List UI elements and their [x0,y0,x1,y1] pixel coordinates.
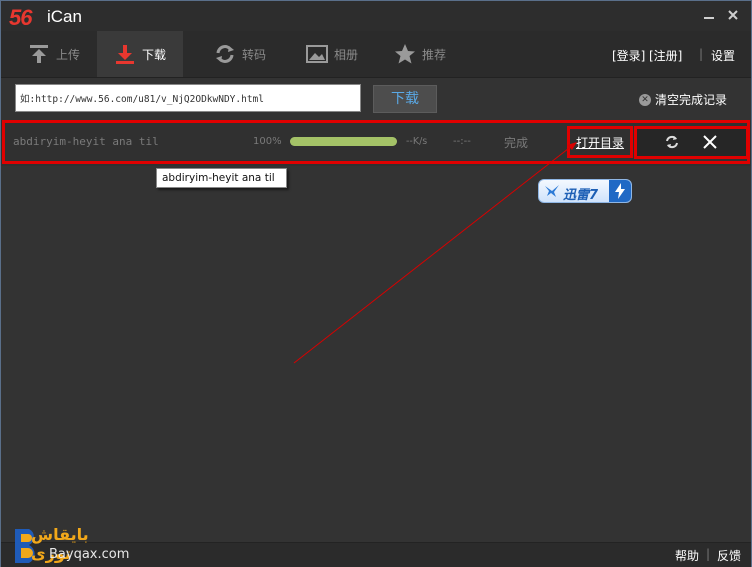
tab-convert[interactable]: 转码 [197,31,283,77]
xunlei-bolt-box [609,180,631,202]
minimize-icon[interactable] [701,7,717,23]
clear-completed-button[interactable]: ✕ 清空完成记录 [639,91,727,108]
tab-download-label: 下载 [141,47,166,62]
refresh-icon[interactable] [665,135,679,149]
login-link[interactable]: [登录] [612,47,645,64]
watermark-site: Bayqax.com [49,547,130,562]
main-toolbar: 上传 下载 转码 相册 推荐 [登录] [注册] | 设置 [1,31,751,78]
lightning-icon [615,183,625,199]
annotation-arrow [293,142,577,364]
account-separator: | [699,47,704,61]
tab-upload-label: 上传 [55,47,80,62]
tab-album[interactable]: 相册 [289,31,375,77]
app-title: iCan [47,7,82,26]
convert-icon [215,45,234,63]
clear-icon: ✕ [639,93,651,106]
app-window: 56 iCan 上传 下载 转码 相册 推荐 [登录] [注册] | 设置 如:… [0,0,752,567]
task-percent: 100% [253,136,282,147]
open-directory-link[interactable]: 打开目录 [576,134,624,151]
task-filename: abdiryim-heyit ana til [13,135,159,148]
album-icon [305,45,328,63]
register-link[interactable]: [注册] [649,47,682,64]
app-logo: 56 [9,5,33,30]
xunlei-label: 迅雷7 [563,188,599,203]
filename-tooltip: abdiryim-heyit ana til [156,168,287,188]
tab-album-label: 相册 [333,47,358,62]
settings-link[interactable]: 设置 [711,47,735,64]
star-icon [394,44,415,64]
close-window-icon[interactable] [725,7,741,23]
delete-task-icon[interactable] [703,135,717,149]
xunlei-bird-icon [545,185,559,197]
xunlei-badge[interactable]: 迅雷7 [538,179,632,203]
url-input[interactable] [15,84,361,112]
upload-icon [29,45,48,63]
clear-completed-label: 清空完成记录 [655,93,728,107]
download-icon [115,45,134,64]
tab-upload[interactable]: 上传 [11,31,97,77]
tab-convert-label: 转码 [241,47,266,62]
footer-separator: | [706,547,711,561]
tab-download[interactable]: 下载 [97,31,183,77]
feedback-link[interactable]: 反馈 [717,547,741,564]
help-link[interactable]: 帮助 [675,547,699,564]
url-row: 下载 ✕ 清空完成记录 [1,78,751,120]
tab-recommend[interactable]: 推荐 [377,31,463,77]
title-bar: 56 iCan [1,1,751,31]
task-actions-panel [634,126,749,159]
tab-recommend-label: 推荐 [421,47,446,62]
download-button[interactable]: 下载 [373,85,437,113]
watermark: بايقاش تورى Bayqax.com [9,525,134,565]
